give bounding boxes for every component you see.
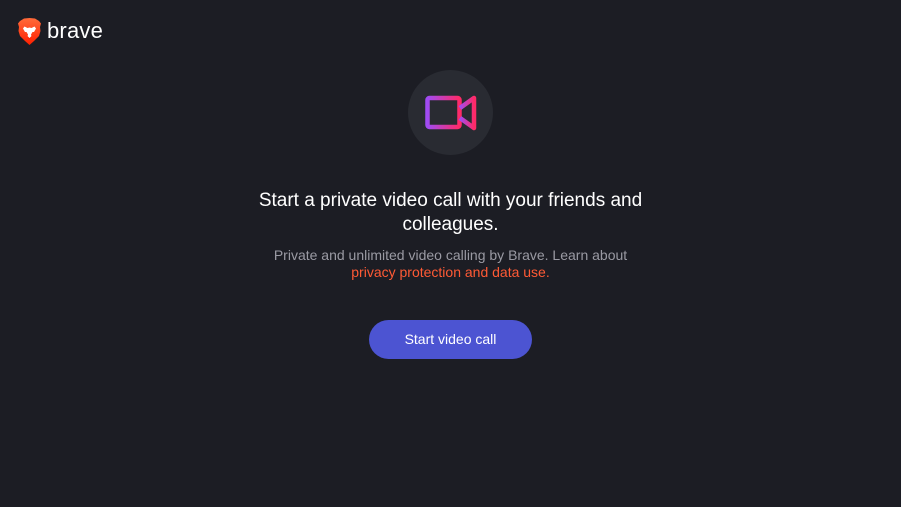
page-description: Private and unlimited video calling by B… bbox=[270, 247, 631, 281]
page-headline: Start a private video call with your fri… bbox=[258, 190, 643, 235]
brand-header[interactable]: brave bbox=[17, 16, 103, 46]
privacy-link[interactable]: privacy protection and data use. bbox=[351, 264, 549, 280]
brave-lion-icon bbox=[18, 17, 41, 45]
start-video-call-button[interactable]: Start video call bbox=[369, 320, 532, 359]
hero-icon-circle bbox=[408, 70, 493, 155]
video-camera-icon bbox=[424, 95, 476, 130]
description-text: Private and unlimited video calling by B… bbox=[273, 247, 628, 263]
brave-talk-start-page: brave Start a private video call with yo… bbox=[0, 0, 901, 507]
brand-name: brave bbox=[47, 18, 104, 43]
